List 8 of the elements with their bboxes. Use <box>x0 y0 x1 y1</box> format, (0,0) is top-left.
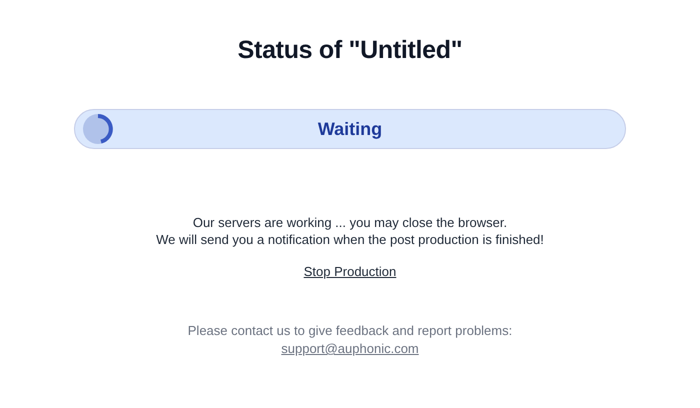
status-message: We will send you a notification when the post production is finished! <box>156 232 544 247</box>
spinner-icon <box>82 113 114 145</box>
page-title: Status of "Untitled" <box>238 36 462 65</box>
stop-production-link[interactable]: Stop Production <box>304 264 396 279</box>
contact-text: Please contact us to give feedback and report problems: <box>188 323 512 338</box>
support-email-link[interactable]: support@auphonic.com <box>281 341 419 356</box>
status-message: Our servers are working ... you may close the browser. <box>192 215 508 230</box>
status-label: Waiting <box>316 118 384 140</box>
